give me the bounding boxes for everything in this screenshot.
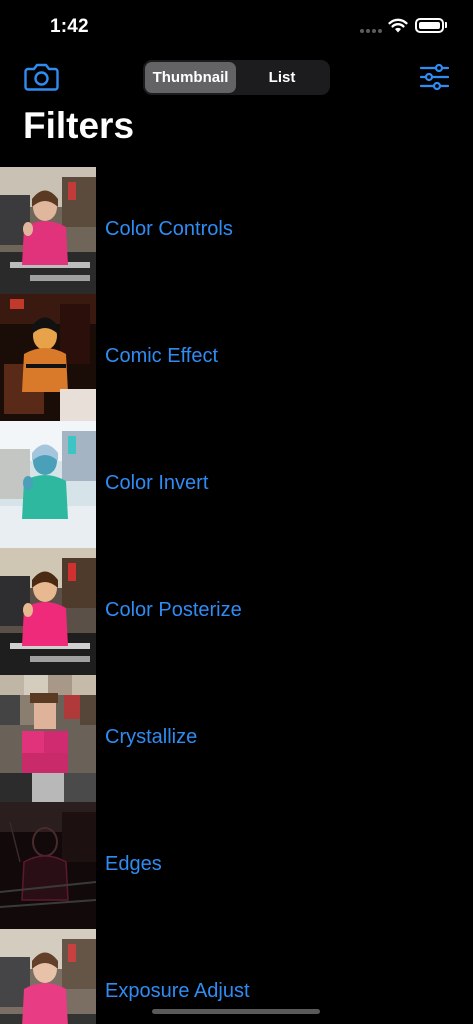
- segment-list[interactable]: List: [236, 62, 328, 93]
- filter-row-color-controls[interactable]: Color Controls: [0, 167, 473, 294]
- filter-thumbnail-image: [0, 802, 96, 929]
- status-bar: 1:42: [0, 0, 473, 50]
- battery-icon: [415, 18, 444, 33]
- filter-row-color-invert[interactable]: Color Invert: [0, 421, 473, 548]
- filter-label: Color Controls: [105, 218, 233, 240]
- sliders-icon[interactable]: [420, 64, 449, 90]
- filter-label: Color Posterize: [105, 599, 242, 621]
- filter-label: Color Invert: [105, 472, 209, 494]
- filter-thumbnail-image: [0, 421, 96, 548]
- status-time: 1:42: [50, 16, 89, 37]
- filter-row-color-posterize[interactable]: Color Posterize: [0, 548, 473, 675]
- signal-dots-icon: [360, 29, 384, 33]
- filter-thumbnail-image: [0, 167, 96, 294]
- filter-label: Exposure Adjust: [105, 980, 250, 1002]
- view-mode-segmented-control: Thumbnail List: [143, 60, 330, 95]
- filter-row-crystallize[interactable]: Crystallize: [0, 675, 473, 802]
- filter-thumbnail-image: [0, 548, 96, 675]
- filter-label: Crystallize: [105, 726, 198, 748]
- filter-thumbnail-image: [0, 675, 96, 802]
- home-indicator[interactable]: [152, 1009, 320, 1014]
- battery-tip: [445, 22, 447, 28]
- camera-icon[interactable]: [24, 62, 59, 92]
- segment-thumbnail[interactable]: Thumbnail: [145, 62, 236, 93]
- filter-thumbnail-image: [0, 294, 96, 421]
- filter-row-edges[interactable]: Edges: [0, 802, 473, 929]
- filter-label: Comic Effect: [105, 345, 218, 367]
- page-title: Filters: [23, 105, 135, 146]
- filter-thumbnail-image: [0, 929, 96, 1024]
- filter-row-comic-effect[interactable]: Comic Effect: [0, 294, 473, 421]
- filter-label: Edges: [105, 853, 162, 875]
- wifi-icon: [388, 18, 408, 33]
